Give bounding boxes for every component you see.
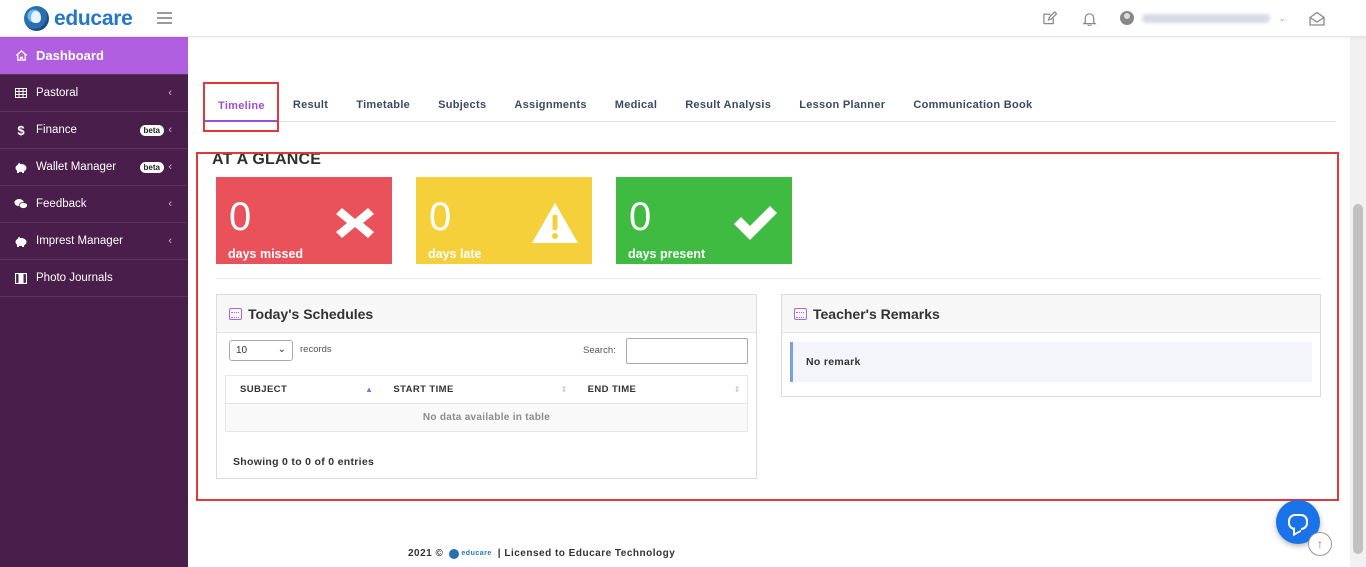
sidebar-item-pastoral[interactable]: Pastoral ‹: [0, 75, 188, 112]
home-icon: [14, 49, 28, 62]
dollar-icon: $: [17, 122, 25, 138]
tab-result-analysis[interactable]: Result Analysis: [671, 99, 785, 121]
footer: 2021 © educare | Licensed to Educare Tec…: [408, 548, 675, 559]
chevron-left-icon: ‹: [168, 87, 172, 99]
comments-icon: [14, 198, 28, 210]
footer-year: 2021 ©: [408, 548, 444, 559]
beta-badge: beta: [139, 124, 164, 136]
logo-text: educare: [54, 6, 133, 30]
tab-communication-book[interactable]: Communication Book: [899, 99, 1046, 121]
tab-assignments[interactable]: Assignments: [500, 99, 600, 121]
profile-tabs: Timeline Result Timetable Subjects Assig…: [204, 85, 1336, 122]
tab-result[interactable]: Result: [279, 99, 342, 121]
sidebar-item-label: Pastoral: [36, 87, 79, 99]
sidebar-item-label: Wallet Manager: [36, 161, 117, 173]
chevron-left-icon: ‹: [168, 124, 172, 136]
user-menu[interactable]: ⌄: [1120, 11, 1286, 25]
scroll-to-top-button[interactable]: ↑: [1308, 532, 1332, 556]
top-icons: ⌄: [1040, 9, 1326, 27]
footer-logo: educare: [449, 548, 492, 559]
sidebar-item-label: Finance: [36, 124, 77, 136]
tab-subjects[interactable]: Subjects: [424, 99, 500, 121]
footer-license: | Licensed to Educare Technology: [497, 548, 676, 559]
glance-highlight-box: [196, 152, 1339, 501]
sidebar-item-imprest-manager[interactable]: Impres​t Manager ‹: [0, 223, 188, 260]
sidebar-item-dashboard[interactable]: Dashboard: [0, 37, 196, 75]
sidebar-item-photo-journals[interactable]: Photo Journals: [0, 260, 188, 297]
sidebar-item-wallet-manager[interactable]: Wallet Manager beta ‹: [0, 149, 188, 186]
chevron-left-icon: ‹: [168, 198, 172, 210]
sidebar-item-label: Impres​t Manager: [36, 235, 123, 247]
piggy-bank-icon: [14, 162, 28, 173]
sidebar-item-label: Dashboard: [36, 48, 104, 63]
tab-lesson-planner[interactable]: Lesson Planner: [785, 99, 899, 121]
tab-highlight-box: [203, 82, 279, 132]
page-scrollbar[interactable]: [1350, 37, 1366, 567]
sidebar: Dashboard Pastoral ‹ $ Finance beta ‹ Wa…: [0, 37, 196, 567]
chevron-left-icon: ‹: [168, 161, 172, 173]
user-name-redacted: [1142, 13, 1271, 23]
chevron-left-icon: ‹: [168, 235, 172, 247]
logo-mark-icon: [24, 6, 49, 31]
scrollbar-thumb[interactable]: [1353, 204, 1363, 554]
chevron-down-icon: ⌄: [1278, 12, 1286, 23]
envelope-open-icon[interactable]: [1308, 9, 1326, 27]
beta-badge: beta: [139, 161, 164, 173]
main-content: Timeline Result Timetable Subjects Assig…: [188, 37, 1350, 567]
table-icon: [14, 88, 28, 98]
sidebar-item-label: Photo Journals: [36, 272, 113, 284]
chat-bubble-icon: [1288, 514, 1308, 530]
logo-mark-icon: [449, 548, 460, 559]
edit-icon[interactable]: [1040, 9, 1058, 27]
user-avatar-icon: [1120, 11, 1135, 25]
footer-logo-text: educare: [461, 550, 492, 557]
educare-logo[interactable]: educare: [24, 6, 133, 31]
piggy-bank-icon: [14, 236, 28, 247]
sidebar-item-feedback[interactable]: Feedback ‹: [0, 186, 188, 223]
tab-timetable[interactable]: Timetable: [342, 99, 424, 121]
bell-icon[interactable]: [1080, 9, 1098, 27]
sidebar-item-finance[interactable]: $ Finance beta ‹: [0, 112, 188, 149]
sidebar-item-label: Feedback: [36, 198, 87, 210]
menu-toggle-icon[interactable]: [157, 12, 172, 24]
top-bar: educare ⌄: [0, 0, 1366, 37]
tab-medical[interactable]: Medical: [601, 99, 671, 121]
film-icon: [14, 272, 28, 284]
